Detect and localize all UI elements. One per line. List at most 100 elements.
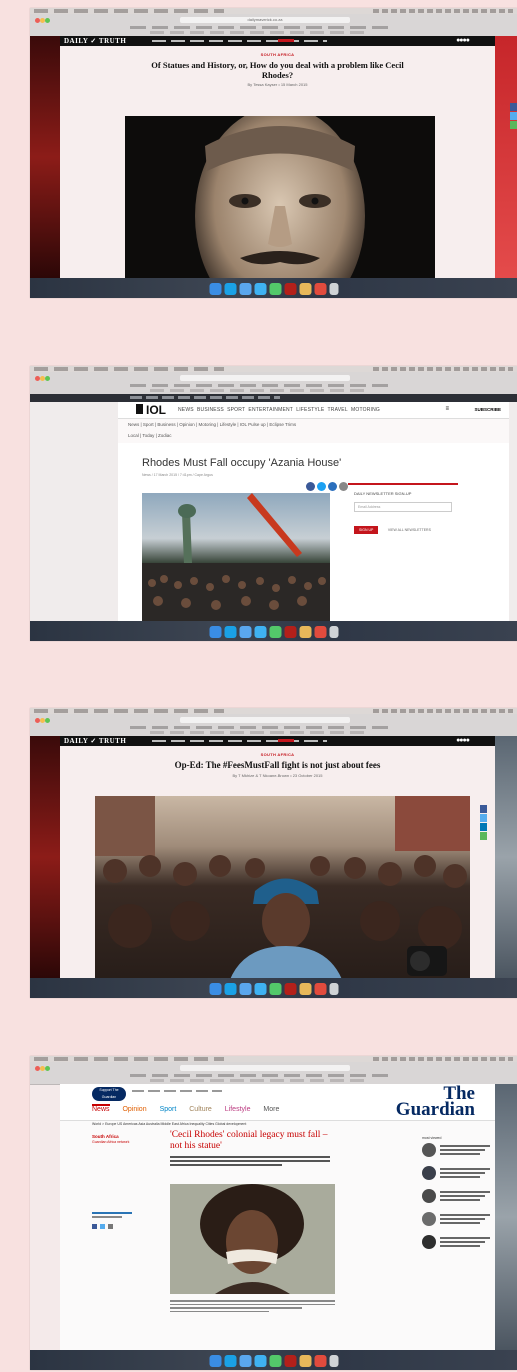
guardian-nav[interactable]: News Opinion Sport Culture Lifestyle Mor…: [92, 1104, 290, 1113]
nav-more[interactable]: More: [263, 1106, 279, 1113]
share-buttons[interactable]: [92, 1224, 142, 1229]
facebook-icon[interactable]: [92, 1224, 97, 1229]
linkedin-icon[interactable]: [480, 823, 487, 831]
share-buttons[interactable]: [480, 805, 487, 841]
app-icon[interactable]: [314, 982, 326, 995]
safari-icon[interactable]: [254, 282, 266, 295]
photo-icon[interactable]: [299, 282, 311, 295]
all-newsletters-link[interactable]: VIEW ALL NEWSLETTERS: [388, 528, 431, 532]
screenshot-4: Support The Guardian News Opinion Sport …: [30, 1056, 517, 1370]
address-bar[interactable]: [180, 1065, 350, 1071]
acrobat-icon[interactable]: [284, 625, 296, 638]
address-bar[interactable]: [180, 717, 350, 723]
section-label[interactable]: SOUTH AFRICA: [60, 752, 495, 757]
finder-icon[interactable]: [209, 982, 221, 995]
twitter-icon[interactable]: [317, 482, 326, 491]
section-sub-label[interactable]: Guardian Africa network: [92, 1140, 129, 1144]
acrobat-icon[interactable]: [284, 982, 296, 995]
app-icon[interactable]: [314, 1354, 326, 1367]
share-buttons[interactable]: [510, 103, 517, 130]
article-page: Support The Guardian News Opinion Sport …: [60, 1084, 495, 1350]
photo-icon[interactable]: [299, 982, 311, 995]
sub-nav[interactable]: World > Europe US Americas Asia Australi…: [92, 1122, 246, 1126]
email-icon[interactable]: [108, 1224, 113, 1229]
twitter-icon[interactable]: [100, 1224, 105, 1229]
share-icon[interactable]: [510, 121, 517, 129]
share-icon[interactable]: [480, 832, 487, 840]
finder-icon[interactable]: [209, 1354, 221, 1367]
app-icon[interactable]: [314, 625, 326, 638]
messages-icon[interactable]: [269, 625, 281, 638]
trash-icon[interactable]: [329, 1354, 338, 1367]
photo-icon[interactable]: [299, 1354, 311, 1367]
breadcrumb[interactable]: Local | Today | Zodiac: [128, 433, 499, 438]
most-viewed: most viewed: [422, 1136, 502, 1258]
skype-icon[interactable]: [224, 1354, 236, 1367]
app-store-icon[interactable]: [239, 625, 251, 638]
nav-culture[interactable]: Culture: [189, 1106, 212, 1113]
support-badge[interactable]: Support The Guardian: [92, 1087, 126, 1101]
email-field[interactable]: Email Address: [354, 502, 452, 512]
email-icon[interactable]: [339, 482, 348, 491]
skype-icon[interactable]: [224, 982, 236, 995]
list-item[interactable]: [422, 1212, 502, 1226]
address-bar[interactable]: dailymaverick.co.za: [180, 17, 350, 23]
nav-news[interactable]: News: [92, 1104, 110, 1113]
nav-menu[interactable]: [152, 40, 327, 42]
facebook-icon[interactable]: [306, 482, 315, 491]
trash-icon[interactable]: [329, 282, 338, 295]
finder-icon[interactable]: [209, 282, 221, 295]
acrobat-icon[interactable]: [284, 282, 296, 295]
twitter-icon[interactable]: [480, 814, 487, 822]
messages-icon[interactable]: [269, 1354, 281, 1367]
safari-icon[interactable]: [254, 1354, 266, 1367]
facebook-icon[interactable]: [510, 103, 517, 111]
dock: [30, 978, 517, 998]
site-logo[interactable]: DAILY ✓ TRUTH: [64, 37, 126, 45]
site-logo[interactable]: DAILY ✓ TRUTH: [64, 737, 126, 745]
app-store-icon[interactable]: [239, 1354, 251, 1367]
nav-sport[interactable]: Sport: [160, 1106, 177, 1113]
section-label[interactable]: SOUTH AFRICA: [60, 52, 495, 57]
messages-icon[interactable]: [269, 282, 281, 295]
guardian-logo[interactable]: The Guardian: [396, 1084, 475, 1119]
section-label[interactable]: South Africa: [92, 1134, 119, 1139]
messages-icon[interactable]: [269, 982, 281, 995]
twitter-icon[interactable]: [510, 112, 517, 120]
list-item[interactable]: [422, 1166, 502, 1180]
app-store-icon[interactable]: [239, 282, 251, 295]
menu-icon[interactable]: ≡: [445, 406, 449, 412]
iol-top-strip: [30, 394, 517, 402]
trash-icon[interactable]: [329, 982, 338, 995]
social-icons[interactable]: ●●●●: [456, 37, 470, 45]
subscribe-link[interactable]: SUBSCRIBE: [474, 407, 501, 412]
app-store-icon[interactable]: [239, 982, 251, 995]
safari-icon[interactable]: [254, 982, 266, 995]
signup-button[interactable]: SIGN UP: [354, 526, 379, 534]
linkedin-icon[interactable]: [328, 482, 337, 491]
list-item[interactable]: [422, 1189, 502, 1203]
screenshot-3: DAILY ✓ TRUTH ●●●● SOUTH AFRICA Op-Ed: T…: [30, 708, 517, 998]
site-nav-bar: DAILY ✓ TRUTH ●●●●: [60, 736, 495, 746]
address-bar[interactable]: [180, 375, 350, 381]
app-icon[interactable]: [314, 282, 326, 295]
nav-lifestyle[interactable]: Lifestyle: [225, 1106, 251, 1113]
skype-icon[interactable]: [224, 625, 236, 638]
sub-nav-links[interactable]: News | Sport | Business | Opinion | Moto…: [128, 422, 499, 427]
iol-logo[interactable]: IOL: [136, 404, 166, 416]
trash-icon[interactable]: [329, 625, 338, 638]
facebook-icon[interactable]: [480, 805, 487, 813]
share-buttons[interactable]: [306, 482, 348, 491]
finder-icon[interactable]: [209, 625, 221, 638]
list-item[interactable]: [422, 1143, 502, 1157]
nav-opinion[interactable]: Opinion: [122, 1106, 146, 1113]
social-icons[interactable]: ●●●●: [456, 737, 470, 745]
acrobat-icon[interactable]: [284, 1354, 296, 1367]
skype-icon[interactable]: [224, 282, 236, 295]
photo-icon[interactable]: [299, 625, 311, 638]
list-item[interactable]: [422, 1235, 502, 1249]
article-page: SOUTH AFRICA Of Statues and History, or,…: [60, 46, 495, 298]
iol-menu[interactable]: NEWS BUSINESS SPORT ENTERTAINMENT LIFEST…: [178, 407, 380, 413]
safari-icon[interactable]: [254, 625, 266, 638]
nav-menu[interactable]: [152, 740, 327, 742]
